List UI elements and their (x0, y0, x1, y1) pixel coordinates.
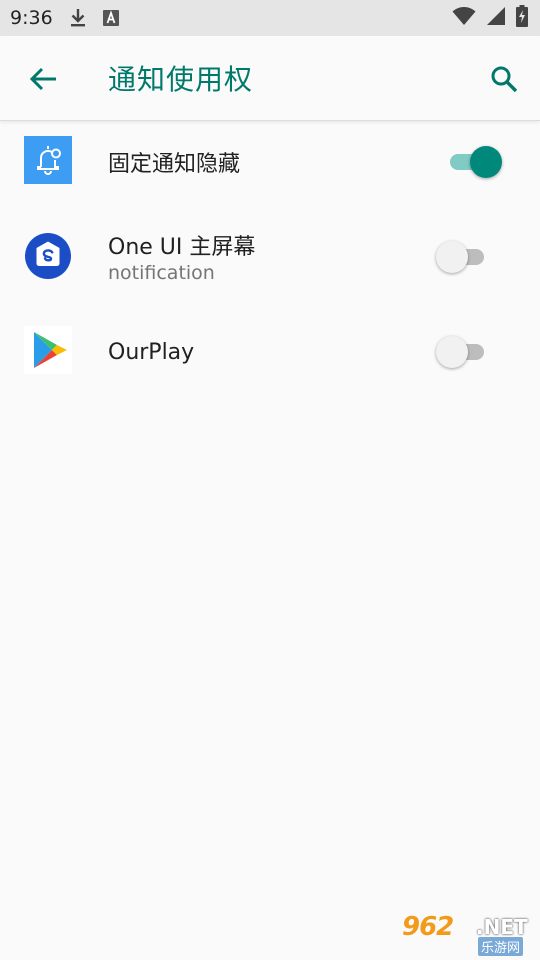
toggle-switch[interactable] (446, 144, 502, 178)
toggle-switch[interactable] (436, 334, 490, 368)
app-subtitle: notification (108, 262, 215, 284)
list-item-one-ui-home[interactable]: One UI 主屏幕 notification (0, 210, 540, 306)
page-title: 通知使用权 (108, 63, 254, 96)
cell-signal-icon (486, 6, 506, 30)
app-bar: 通知使用权 (0, 36, 540, 121)
status-time: 9:36 (10, 7, 53, 29)
app-name: One UI 主屏幕 (108, 235, 256, 260)
wifi-icon (452, 6, 476, 30)
search-button[interactable] (486, 61, 522, 97)
app-name: 固定通知隐藏 (108, 152, 241, 177)
list-item-ourplay[interactable]: OurPlay (0, 312, 540, 390)
back-button[interactable] (26, 62, 60, 96)
arrow-back-icon (29, 67, 56, 91)
watermark-suffix: .NET (476, 915, 528, 939)
watermark-caption: 乐游网 (478, 937, 524, 956)
list-item-fixed-notification-hide[interactable]: 固定通知隐藏 (0, 122, 540, 200)
download-icon (69, 8, 87, 28)
samsung-home-icon (24, 232, 72, 280)
status-bar: 9:36 (0, 0, 540, 36)
play-triangle-icon (24, 326, 72, 374)
watermark-number: 962 (402, 912, 454, 942)
app-name: OurPlay (108, 340, 195, 365)
toggle-switch[interactable] (436, 239, 490, 273)
text-a-icon (102, 10, 119, 26)
watermark-logo: 962 .NET 乐游网 (400, 912, 534, 956)
search-icon (491, 66, 518, 93)
battery-charging-icon (516, 5, 528, 31)
bell-settings-icon (24, 136, 72, 184)
